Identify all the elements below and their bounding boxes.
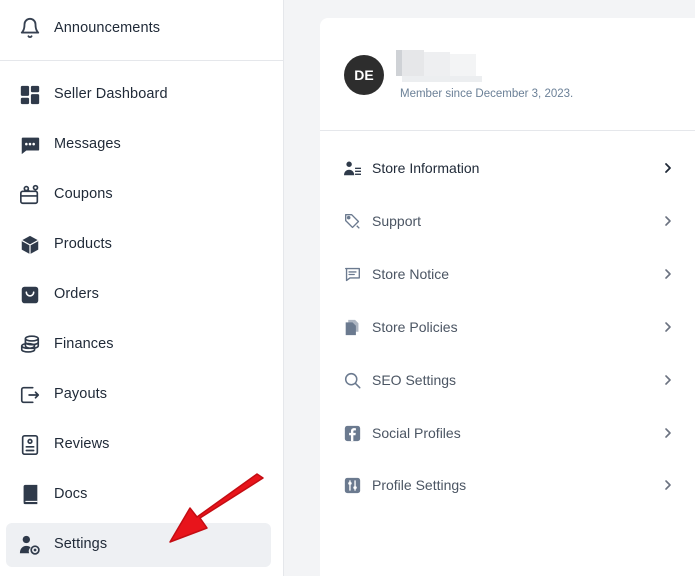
sidebar-item-label: Orders <box>54 286 99 302</box>
annotation-arrow <box>169 473 264 543</box>
sidebar-item-label: Seller Dashboard <box>54 86 168 102</box>
settings-item-label: Social Profiles <box>372 425 461 441</box>
chevron-right-icon <box>665 163 671 173</box>
support-icon <box>345 214 360 229</box>
sidebar-item-label: Messages <box>54 136 121 152</box>
sidebar-item-messages[interactable]: Messages <box>6 123 271 167</box>
messages-icon <box>21 137 40 155</box>
settings-item-label: Store Notice <box>372 266 450 282</box>
settings-item-store-notice[interactable]: Store Notice <box>320 248 695 301</box>
profile-header: DE Member since December 3, 2023. <box>320 18 695 131</box>
settings-item-store-policies[interactable]: Store Policies <box>320 301 695 354</box>
settings-item-label: Support <box>372 213 422 229</box>
sidebar-item-label: Products <box>54 236 113 252</box>
settings-card: DE Member since December 3, 2023. Store … <box>320 18 695 576</box>
settings-item-social-profiles[interactable]: Social Profiles <box>320 407 695 460</box>
sidebar-item-label: Coupons <box>54 186 113 202</box>
redacted-store-name <box>396 50 482 84</box>
box-icon <box>21 235 39 255</box>
settings-item-store-information[interactable]: Store Information <box>320 142 695 195</box>
chevron-right-icon <box>665 428 671 438</box>
coins-icon <box>20 335 40 353</box>
announcements-label: Announcements <box>54 20 161 36</box>
sliders-icon <box>344 477 361 494</box>
sidebar-item-label: Settings <box>54 536 108 552</box>
member-since-text: Member since December 3, 2023. <box>400 88 574 100</box>
sidebar-item-seller-dashboard[interactable]: Seller Dashboard <box>6 73 271 117</box>
book-icon <box>23 484 38 505</box>
sidebar-item-reviews[interactable]: Reviews <box>6 423 271 467</box>
avatar: DE <box>344 55 384 95</box>
chevron-right-icon <box>665 216 671 226</box>
chevron-right-icon <box>665 322 671 332</box>
bag-icon <box>21 286 39 304</box>
settings-item-label: Profile Settings <box>372 477 467 493</box>
settings-item-label: Store Information <box>372 160 480 176</box>
facebook-icon <box>344 425 361 442</box>
sidebar-item-label: Payouts <box>54 386 108 402</box>
notice-icon <box>345 267 360 282</box>
reviews-icon <box>21 435 39 455</box>
coupon-icon <box>20 184 39 205</box>
sidebar-item-products[interactable]: Products <box>6 223 271 267</box>
settings-item-label: SEO Settings <box>372 372 457 388</box>
store-info-icon <box>344 161 361 176</box>
sidebar-item-payouts[interactable]: Payouts <box>6 373 271 417</box>
dashboard-icon <box>20 85 40 105</box>
sidebar-item-finances[interactable]: Finances <box>6 323 271 367</box>
sidebar-item-label: Finances <box>54 336 114 352</box>
payout-icon <box>20 386 40 404</box>
settings-item-label: Store Policies <box>372 319 458 335</box>
chevron-right-icon <box>665 375 671 385</box>
sidebar-item-label: Reviews <box>54 436 110 452</box>
policies-icon <box>345 319 359 336</box>
user-gear-icon <box>19 535 40 555</box>
sidebar-item-orders[interactable]: Orders <box>6 273 271 317</box>
chevron-right-icon <box>665 480 671 490</box>
chevron-right-icon <box>665 269 671 279</box>
sidebar-item-label: Docs <box>54 486 88 502</box>
search-icon <box>344 372 361 389</box>
announcements-link[interactable]: Announcements <box>0 0 284 61</box>
settings-item-support[interactable]: Support <box>320 195 695 248</box>
sidebar-item-coupons[interactable]: Coupons <box>6 173 271 217</box>
settings-item-profile-settings[interactable]: Profile Settings <box>320 459 695 512</box>
bell-icon <box>20 18 40 39</box>
settings-item-seo-settings[interactable]: SEO Settings <box>320 354 695 407</box>
